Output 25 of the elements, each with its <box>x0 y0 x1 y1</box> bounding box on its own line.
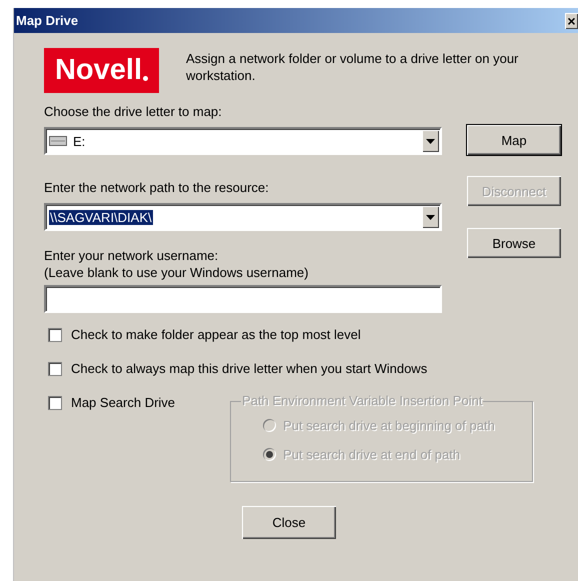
username-note: (Leave blank to use your Windows username) <box>44 264 310 281</box>
window-title: Map Drive <box>15 13 78 28</box>
dropdown-arrow-icon <box>426 214 435 220</box>
close-dialog-button[interactable]: Close <box>242 506 336 539</box>
logo: Novell <box>44 48 159 93</box>
username-field[interactable] <box>44 285 442 313</box>
network-path-label: Enter the network path to the resource: <box>44 179 270 196</box>
drive-icon <box>49 136 67 146</box>
checkbox-label: Map Search Drive <box>71 395 176 410</box>
drive-letter-label: Choose the drive letter to map: <box>44 103 223 120</box>
checkbox[interactable] <box>48 362 62 376</box>
checkbox[interactable] <box>48 328 62 342</box>
description-text: Assign a network folder or volume to a drive letter on your workstation. <box>186 50 520 85</box>
checkbox[interactable] <box>48 396 62 410</box>
map-button[interactable]: Map <box>467 125 561 155</box>
network-path-value: \\SAGVARI\DIAK\ <box>49 210 153 224</box>
close-button[interactable]: × <box>565 12 578 28</box>
dropdown-arrow-icon <box>426 138 435 144</box>
checkbox-label: Check to make folder appear as the top most level <box>71 327 361 342</box>
drive-letter-dropdown[interactable]: E: <box>44 127 442 155</box>
username-label: Enter your network username: <box>44 247 220 264</box>
checkbox-label: Check to always map this drive letter when you start Windows <box>71 361 428 376</box>
drive-letter-value: E: <box>73 134 86 148</box>
browse-button[interactable]: Browse <box>467 228 561 258</box>
network-path-dropdown[interactable]: \\SAGVARI\DIAK\ <box>44 203 442 231</box>
